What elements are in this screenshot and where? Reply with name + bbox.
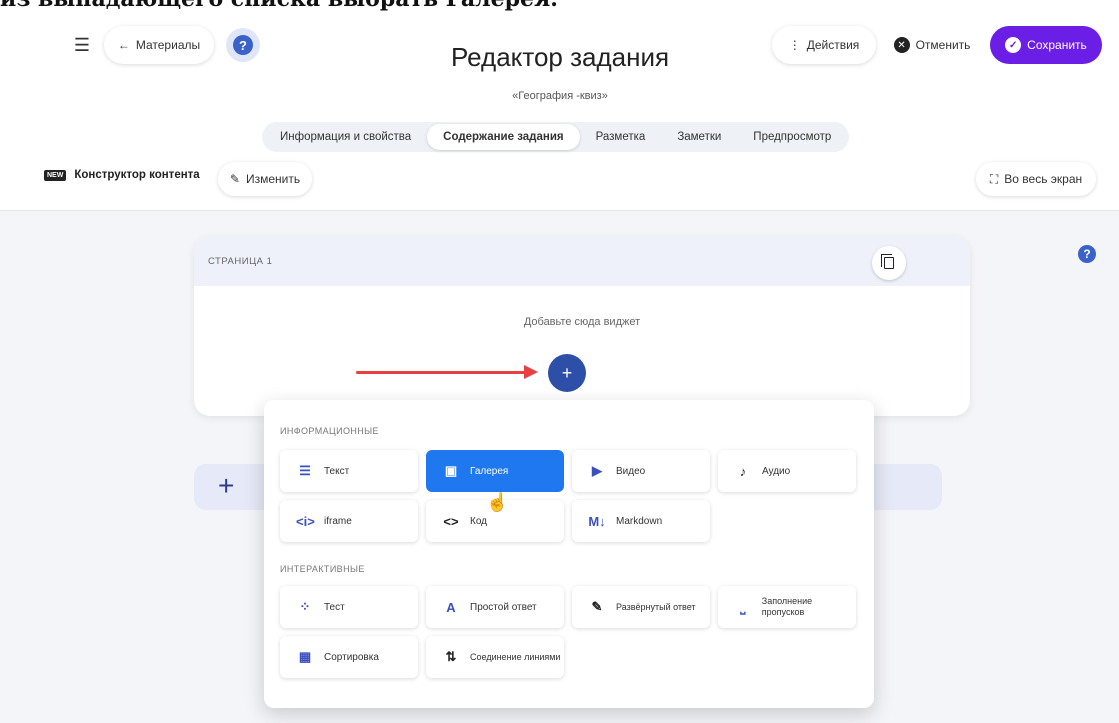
widget-label: Тест bbox=[324, 601, 345, 613]
page-card-title: СТРАНИЦА 1 bbox=[208, 255, 273, 267]
widget-sorting[interactable]: ▦ Сортировка bbox=[280, 636, 418, 678]
back-to-materials-button[interactable]: ← Материалы bbox=[104, 26, 214, 64]
widget-label: Соединение линиями bbox=[470, 651, 561, 662]
widget-label: Markdown bbox=[616, 515, 663, 527]
fullscreen-button[interactable]: ⛶ Во весь экран bbox=[976, 162, 1096, 196]
save-button[interactable]: ✓ Сохранить bbox=[990, 26, 1102, 64]
fullscreen-icon: ⛶ bbox=[989, 171, 999, 186]
help-icon: ? bbox=[233, 35, 253, 55]
code-icon: <> bbox=[443, 513, 459, 529]
widget-label: Код bbox=[470, 515, 488, 527]
red-arrow-line bbox=[356, 371, 528, 374]
page-card-header: СТРАНИЦА 1 bbox=[194, 236, 970, 286]
menu-icon: ☰ bbox=[73, 34, 91, 55]
widget-label: Галерея bbox=[470, 465, 509, 477]
page-subtitle: «География -квиз» bbox=[512, 90, 608, 102]
tab-bar: Информация и свойства Содержание задания… bbox=[262, 122, 850, 152]
tab-markup[interactable]: Разметка bbox=[580, 124, 662, 150]
widget-simple-answer[interactable]: A Простой ответ bbox=[426, 586, 564, 628]
hand-cursor-icon: ☝ bbox=[486, 492, 509, 512]
pencil-icon: ✎ bbox=[591, 599, 603, 614]
page-card: СТРАНИЦА 1 Добавьте сюда виджет + bbox=[194, 236, 970, 416]
content-builder-label: NEW Конструктор контента bbox=[44, 169, 200, 181]
cancel-button[interactable]: ✕ Отменить bbox=[880, 26, 984, 64]
music-note-icon: ♪ bbox=[739, 463, 747, 479]
widget-iframe[interactable]: <i> iframe bbox=[280, 500, 418, 542]
widget-markdown[interactable]: M↓ Markdown bbox=[572, 500, 710, 542]
markdown-icon: M↓ bbox=[588, 513, 606, 529]
header: ☰ ← Материалы ? Редактор задания «Геогра… bbox=[0, 14, 1119, 214]
widget-label: Текст bbox=[324, 465, 350, 477]
tab-info[interactable]: Информация и свойства bbox=[264, 124, 427, 150]
informational-section-title: ИНФОРМАЦИОННЫЕ bbox=[280, 426, 379, 436]
plus-icon: + bbox=[218, 470, 235, 501]
widget-label: iframe bbox=[324, 515, 352, 527]
widget-text[interactable]: ☰ Текст bbox=[280, 450, 418, 492]
widget-gallery[interactable]: ▣ Галерея bbox=[426, 450, 564, 492]
check-circle-icon: ✓ bbox=[1005, 37, 1022, 53]
more-vertical-icon: ⋮ bbox=[788, 38, 801, 52]
text-lines-icon: ☰ bbox=[299, 463, 311, 478]
widget-fill-blanks[interactable]: ⎵ Заполнение пропусков bbox=[718, 586, 856, 628]
widget-video[interactable]: ▶ Видео bbox=[572, 450, 710, 492]
interactive-section-title: ИНТЕРАКТИВНЫЕ bbox=[280, 564, 365, 574]
actions-button[interactable]: ⋮ Действия bbox=[772, 26, 876, 64]
widget-quiz[interactable]: ⁘ Тест bbox=[280, 586, 418, 628]
video-play-icon: ▶ bbox=[592, 463, 602, 478]
widget-menu: ИНФОРМАЦИОННЫЕ ☰ Текст ▣ Галерея ▶ Видео… bbox=[264, 400, 874, 708]
actions-label: Действия bbox=[806, 38, 860, 52]
widget-label: Развёрнутый ответ bbox=[616, 601, 696, 612]
tab-notes[interactable]: Заметки bbox=[661, 124, 737, 150]
help-button[interactable]: ? bbox=[226, 28, 260, 62]
save-label: Сохранить bbox=[1027, 38, 1087, 52]
copy-icon bbox=[881, 254, 894, 269]
edit-label: Изменить bbox=[245, 172, 301, 186]
close-circle-icon: ✕ bbox=[893, 37, 910, 53]
simple-answer-icon: A bbox=[446, 599, 456, 615]
widget-link-lines[interactable]: ⇅ Соединение линиями bbox=[426, 636, 564, 678]
edit-button[interactable]: ✎ Изменить bbox=[218, 162, 312, 196]
link-lines-icon: ⇅ bbox=[445, 649, 457, 664]
widget-label: Аудио bbox=[762, 465, 791, 477]
blank-space-icon: ⎵ bbox=[740, 599, 746, 614]
arrow-left-icon: ← bbox=[117, 38, 130, 52]
tab-content[interactable]: Содержание задания bbox=[427, 124, 580, 150]
iframe-icon: <i> bbox=[296, 513, 315, 529]
quiz-icon: ⁘ bbox=[299, 599, 311, 614]
back-label: Материалы bbox=[135, 38, 201, 52]
fullscreen-label: Во весь экран bbox=[1004, 172, 1083, 186]
pencil-icon: ✎ bbox=[229, 172, 240, 186]
copy-page-button[interactable] bbox=[872, 246, 906, 280]
grid-sort-icon: ▦ bbox=[298, 649, 312, 664]
gallery-icon: ▣ bbox=[444, 463, 458, 478]
cancel-label: Отменить bbox=[915, 38, 971, 52]
hamburger-menu-button[interactable]: ☰ bbox=[62, 26, 102, 64]
add-widget-button[interactable]: + bbox=[548, 354, 586, 392]
add-widget-hint: Добавьте сюда виджет bbox=[523, 316, 641, 328]
widget-label: Видео bbox=[616, 465, 646, 477]
tab-preview[interactable]: Предпросмотр bbox=[737, 124, 847, 150]
instruction-caption: из выпадающего списка выбрать Галерея. bbox=[0, 0, 558, 12]
red-arrow-head-icon bbox=[524, 365, 538, 379]
widget-label: Заполнение пропусков bbox=[761, 596, 813, 617]
builder-label-text: Конструктор контента bbox=[74, 169, 200, 181]
widget-label: Сортировка bbox=[324, 651, 379, 663]
widget-label: Простой ответ bbox=[470, 601, 537, 613]
widget-audio[interactable]: ♪ Аудио bbox=[718, 450, 856, 492]
page-title: Редактор задания bbox=[450, 42, 670, 72]
widget-long-answer[interactable]: ✎ Развёрнутый ответ bbox=[572, 586, 710, 628]
help-icon-right[interactable]: ? bbox=[1078, 245, 1096, 263]
new-badge: NEW bbox=[44, 169, 67, 181]
